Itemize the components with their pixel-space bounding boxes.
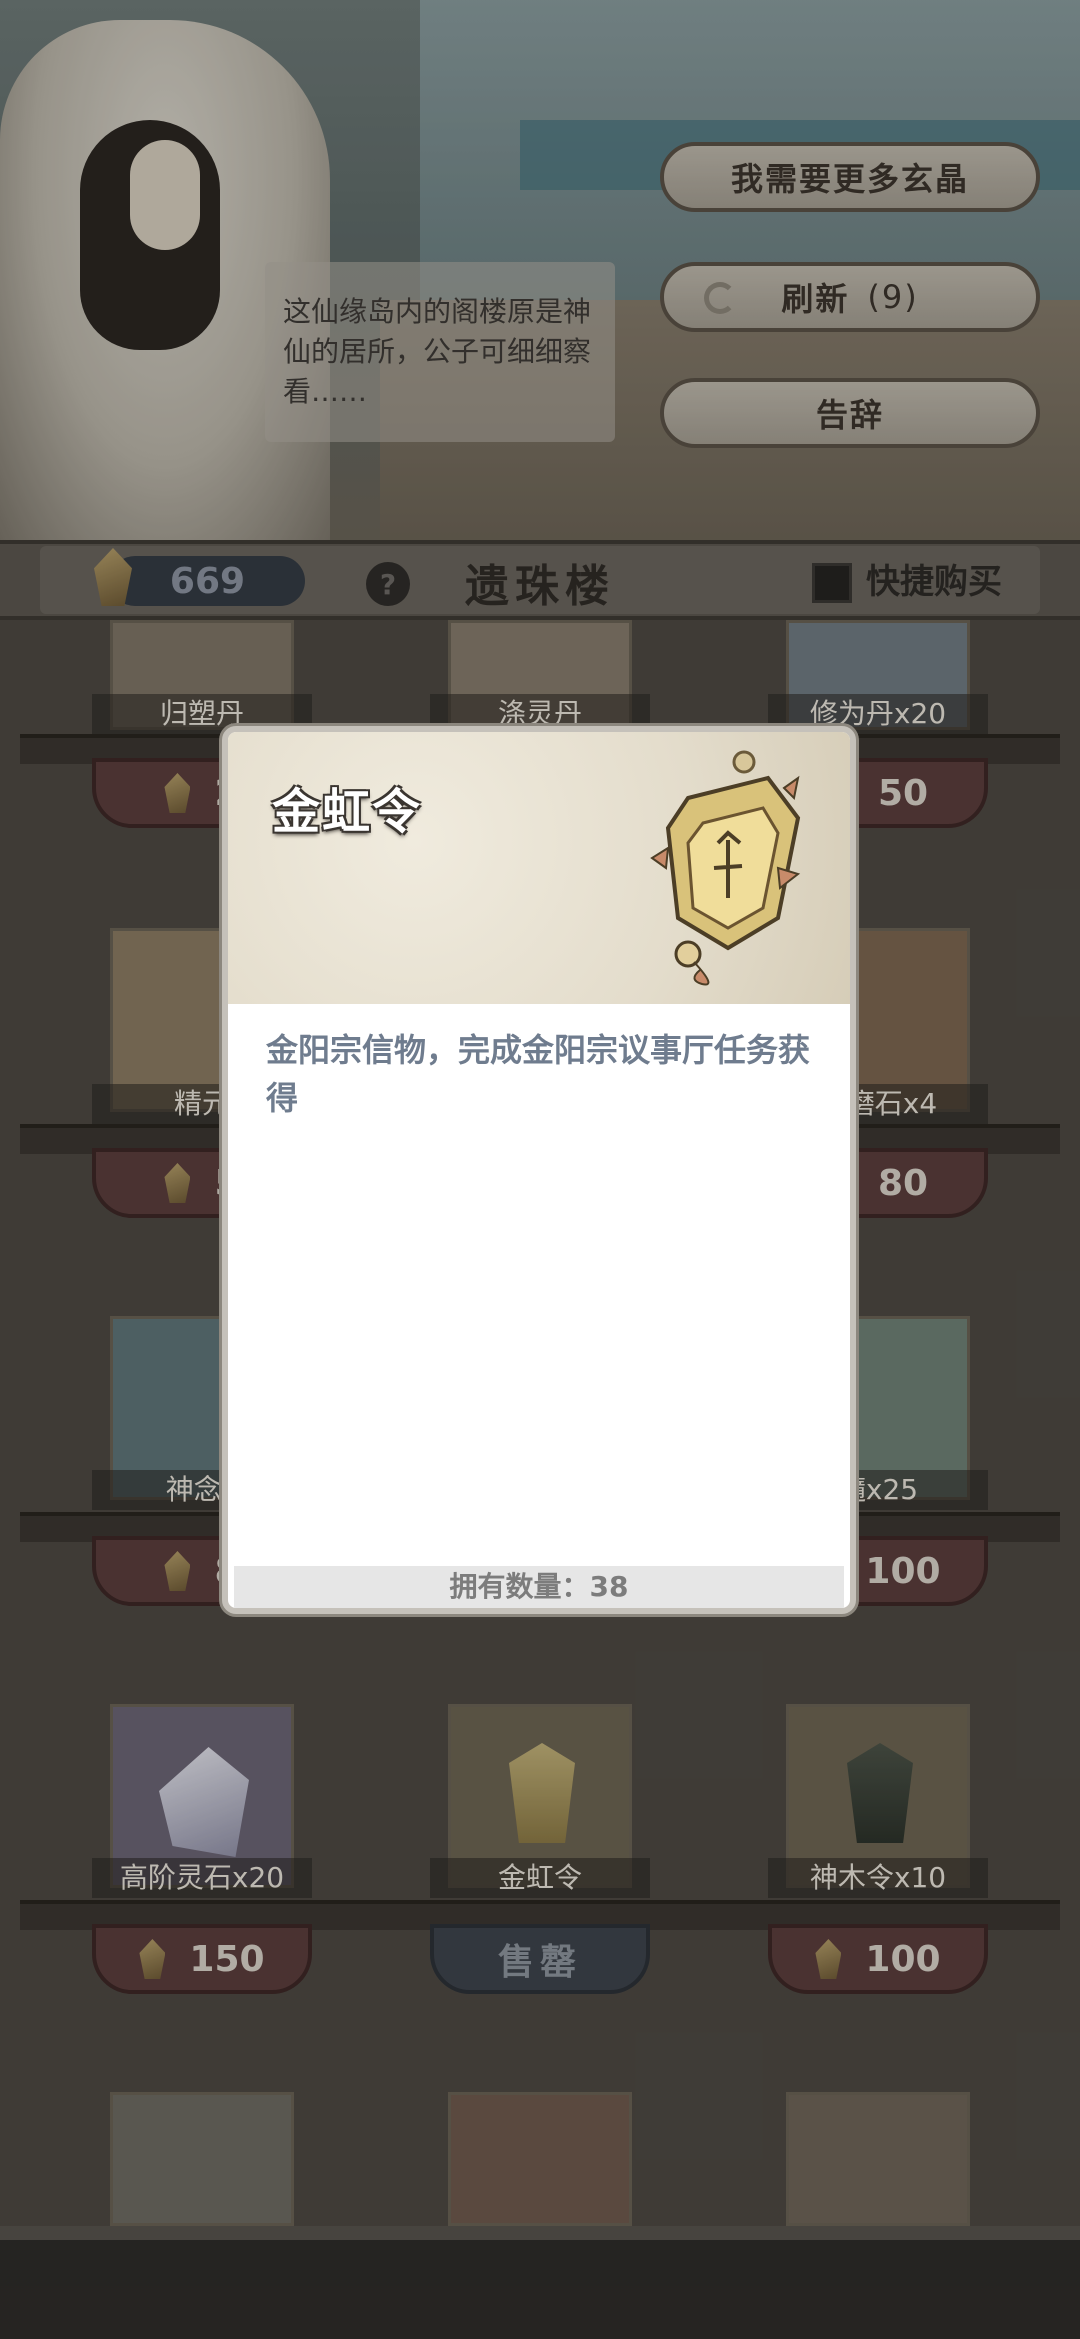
modal-title: 金虹令 [272,784,423,840]
item-detail-modal: 金虹令 金阳宗信物，完成金阳宗议事厅任务获得 拥有数量：38 [222,726,856,1614]
modal-description: 金阳宗信物，完成金阳宗议事厅任务获得 [266,1031,811,1117]
owned-count: 拥有数量：38 [234,1566,844,1608]
gold-token-icon [648,748,808,988]
